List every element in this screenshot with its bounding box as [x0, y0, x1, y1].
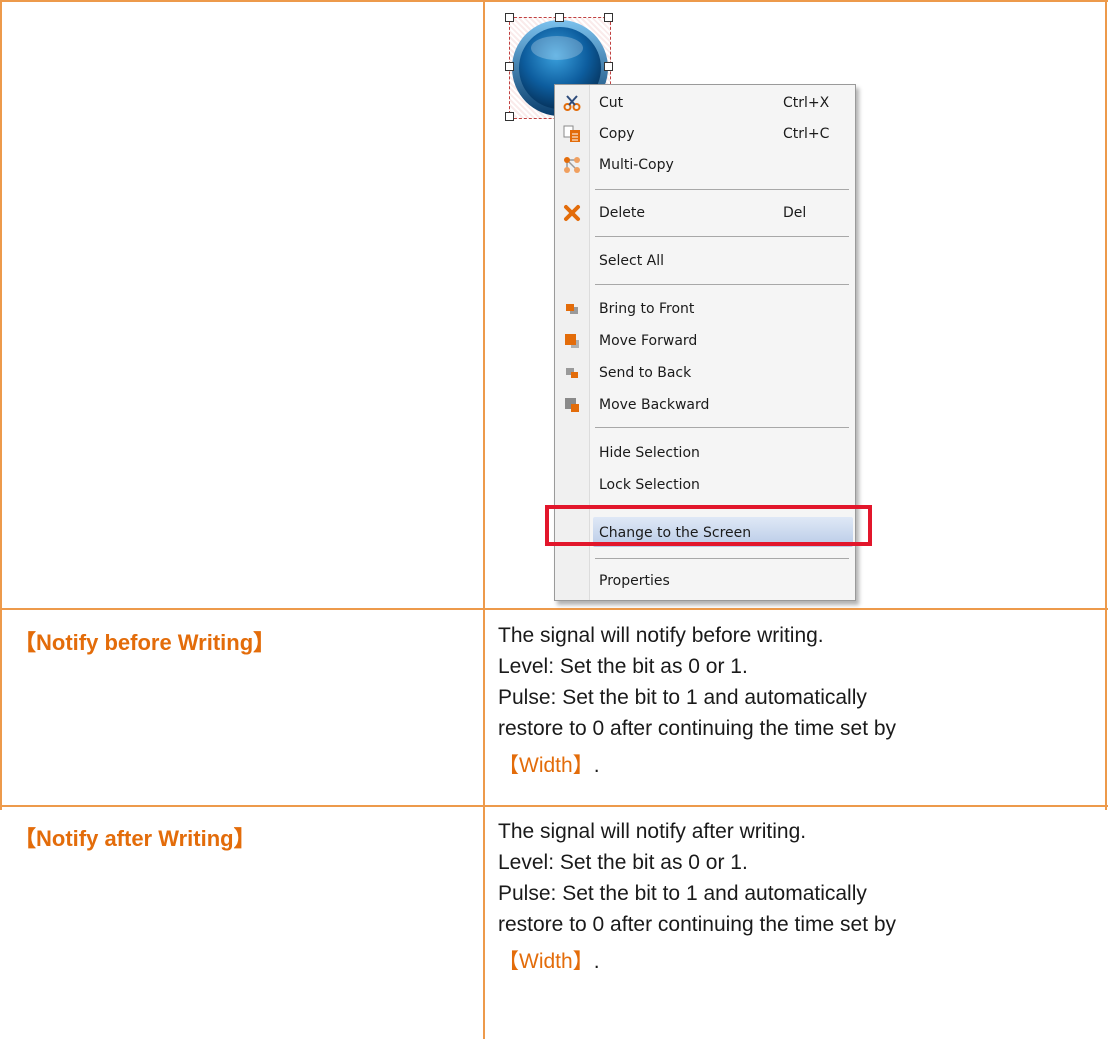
menu-item-label: Cut	[599, 95, 624, 111]
menu-item-hide-selection[interactable]: Hide Selection	[555, 437, 855, 467]
menu-item-select-all[interactable]: Select All	[555, 245, 855, 275]
menu-item-label: Delete	[599, 205, 645, 221]
menu-item-move-forward[interactable]: Move Forward	[555, 325, 855, 355]
description-line: restore to 0 after continuing the time s…	[498, 913, 897, 936]
width-reference: 【Width】	[498, 754, 594, 777]
menu-item-lock-selection[interactable]: Lock Selection	[555, 469, 855, 499]
menu-item-cut[interactable]: Cut Ctrl+X	[555, 87, 855, 117]
menu-item-label: Lock Selection	[599, 477, 700, 493]
width-reference: 【Width】	[498, 950, 594, 973]
resize-handle[interactable]	[604, 13, 613, 22]
resize-handle[interactable]	[555, 13, 564, 22]
move-forward-icon	[565, 334, 579, 348]
description-line: Level: Set the bit as 0 or 1.	[498, 851, 748, 874]
menu-item-send-to-back[interactable]: Send to Back	[555, 357, 855, 387]
menu-item-label: Bring to Front	[599, 301, 695, 317]
send-to-back-icon	[566, 368, 578, 378]
resize-handle[interactable]	[505, 13, 514, 22]
description-line: The signal will notify before writing.	[498, 624, 824, 647]
table-left-border	[0, 0, 2, 810]
menu-item-properties[interactable]: Properties	[555, 565, 855, 595]
table-row-divider	[0, 608, 1108, 610]
table-right-border	[1105, 0, 1107, 810]
table-column-divider	[483, 0, 485, 1039]
table-top-border	[0, 0, 1108, 2]
menu-item-label: Properties	[599, 573, 670, 589]
setting-description: The signal will notify after writing. Le…	[498, 816, 896, 977]
bring-to-front-icon	[566, 304, 578, 314]
menu-separator	[595, 189, 849, 190]
menu-item-label: Hide Selection	[599, 445, 700, 461]
resize-handle[interactable]	[604, 62, 613, 71]
table-row-divider	[0, 805, 1108, 807]
description-line-end: .	[593, 754, 600, 777]
menu-item-move-backward[interactable]: Move Backward	[555, 389, 855, 419]
move-backward-icon	[565, 398, 579, 412]
description-line: restore to 0 after continuing the time s…	[498, 717, 897, 740]
menu-item-label: Move Backward	[599, 397, 710, 413]
setting-description: The signal will notify before writing. L…	[498, 620, 896, 781]
multi-copy-icon	[564, 157, 580, 173]
menu-item-multi-copy[interactable]: Multi-Copy	[555, 149, 855, 179]
description-line: Level: Set the bit as 0 or 1.	[498, 655, 748, 678]
menu-item-label: Select All	[599, 253, 664, 269]
menu-item-label: Move Forward	[599, 333, 698, 349]
menu-separator	[595, 284, 849, 285]
menu-separator	[595, 236, 849, 237]
menu-separator	[595, 427, 849, 428]
resize-handle[interactable]	[505, 62, 514, 71]
highlight-box	[545, 505, 872, 546]
description-line: Pulse: Set the bit to 1 and automaticall…	[498, 686, 867, 709]
description-line: Pulse: Set the bit to 1 and automaticall…	[498, 882, 867, 905]
menu-item-copy[interactable]: Copy Ctrl+C	[555, 118, 855, 148]
menu-item-shortcut: Ctrl+C	[783, 126, 830, 142]
setting-label-notify-before-writing: 【Notify before Writing】	[14, 630, 276, 655]
copy-icon	[563, 125, 580, 142]
setting-label-notify-after-writing: 【Notify after Writing】	[14, 826, 256, 851]
delete-x-icon	[564, 205, 580, 221]
resize-handle[interactable]	[505, 112, 514, 121]
menu-item-bring-to-front[interactable]: Bring to Front	[555, 293, 855, 323]
menu-item-delete[interactable]: Delete Del	[555, 197, 855, 227]
menu-item-label: Send to Back	[599, 365, 692, 381]
menu-item-label: Copy	[599, 126, 635, 142]
menu-item-label: Multi-Copy	[599, 157, 674, 173]
scissors-icon	[563, 95, 581, 111]
menu-item-shortcut: Del	[783, 205, 807, 221]
description-line: The signal will notify after writing.	[498, 820, 807, 843]
menu-item-shortcut: Ctrl+X	[783, 95, 830, 111]
description-line-end: .	[593, 950, 600, 973]
menu-separator	[595, 558, 849, 559]
